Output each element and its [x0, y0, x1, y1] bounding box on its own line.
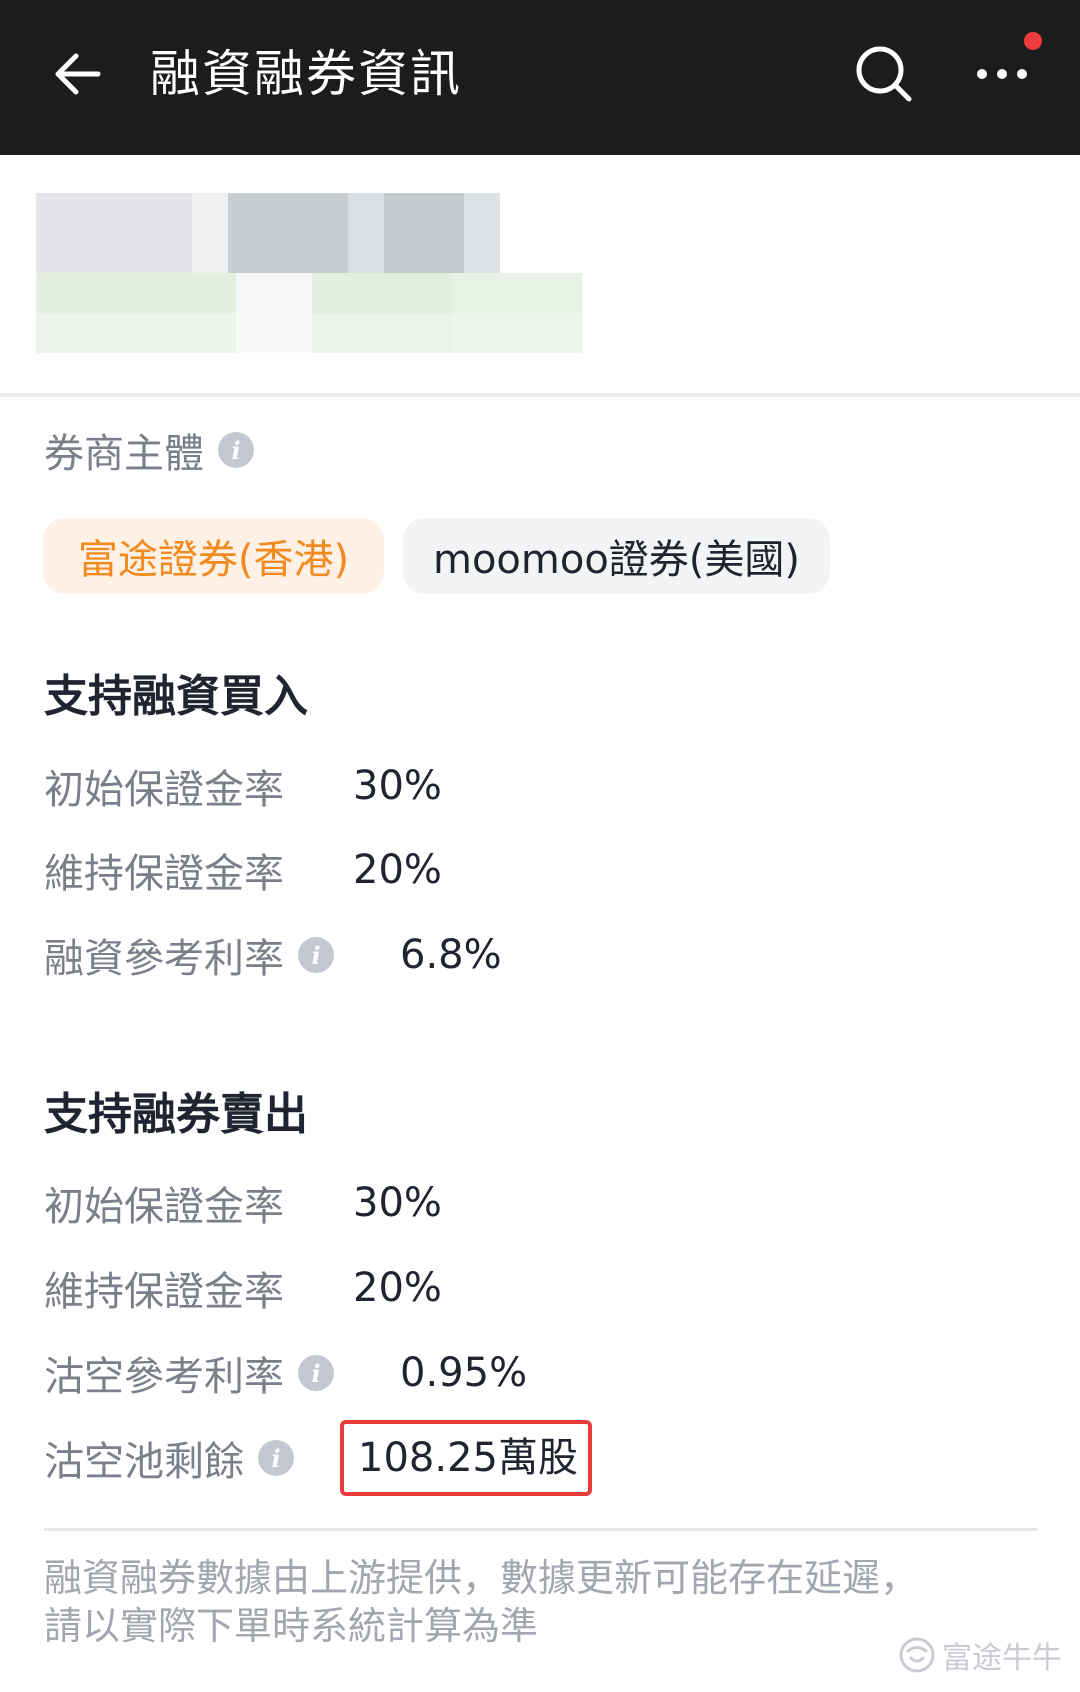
- section-divider: [0, 393, 1080, 397]
- page-title: 融資融券資訊: [150, 45, 462, 103]
- redacted-stock-info: [36, 193, 582, 353]
- search-icon: [856, 46, 912, 102]
- info-icon[interactable]: i: [298, 937, 334, 973]
- highlight-annotation-box: [340, 1420, 592, 1496]
- short-sell-title: 支持融券賣出: [44, 1089, 308, 1140]
- row-label: 維持保證金率: [44, 1269, 284, 1315]
- short-sell-row-pool: 沽空池剩餘 i 108.25萬股: [44, 1428, 578, 1488]
- short-sell-row-rate: 沽空參考利率 i 0.95%: [44, 1343, 527, 1403]
- row-label: 初始保證金率: [44, 767, 284, 813]
- row-label: 沽空池剩餘: [44, 1439, 244, 1485]
- row-label: 維持保證金率: [44, 851, 284, 897]
- row-value: 20%: [353, 847, 442, 893]
- margin-buy-title: 支持融資買入: [44, 671, 308, 722]
- info-icon[interactable]: i: [218, 432, 254, 468]
- watermark: 富途牛牛: [898, 1632, 1062, 1678]
- notification-dot: [1024, 32, 1042, 50]
- row-value: 0.95%: [400, 1350, 528, 1396]
- disclaimer-note: 融資融券數據由上游提供，數據更新可能存在延遲， 請以實際下單時系統計算為準: [44, 1554, 1034, 1650]
- row-value: 6.8%: [400, 932, 502, 978]
- row-label: 融資參考利率: [44, 936, 284, 982]
- bull-logo-icon: [899, 1637, 935, 1673]
- watermark-text: 富途牛牛: [942, 1641, 1062, 1676]
- footer-divider: [44, 1528, 1038, 1531]
- info-icon[interactable]: i: [258, 1440, 294, 1476]
- info-icon[interactable]: i: [298, 1355, 334, 1391]
- search-button[interactable]: [846, 36, 922, 112]
- broker-option-futu-hk[interactable]: 富途證券(香港): [43, 518, 384, 594]
- short-sell-row-initial: 初始保證金率 30%: [44, 1173, 442, 1233]
- broker-entity-label-row: 券商主體 i: [44, 420, 254, 480]
- broker-option-moomoo-us[interactable]: moomoo證券(美國): [403, 518, 830, 594]
- row-value: 30%: [353, 1180, 442, 1226]
- row-label: 沽空參考利率: [44, 1354, 284, 1400]
- margin-buy-row-initial: 初始保證金率 30%: [44, 756, 442, 816]
- row-value: 20%: [353, 1265, 442, 1311]
- row-label: 初始保證金率: [44, 1184, 284, 1230]
- disclaimer-line: 請以實際下單時系統計算為準: [44, 1604, 539, 1648]
- stock-info-card: [0, 155, 1080, 393]
- short-sell-row-maintenance: 維持保證金率 20%: [44, 1258, 442, 1318]
- more-dots-icon: [977, 69, 1027, 79]
- broker-entity-label: 券商主體: [44, 431, 204, 477]
- row-value: 30%: [353, 763, 442, 809]
- back-button[interactable]: [40, 36, 116, 112]
- margin-buy-row-maintenance: 維持保證金率 20%: [44, 840, 442, 900]
- disclaimer-line: 融資融券數據由上游提供，數據更新可能存在延遲，: [44, 1556, 919, 1600]
- margin-buy-row-rate: 融資參考利率 i 6.8%: [44, 925, 502, 985]
- back-arrow-icon: [55, 53, 101, 95]
- top-navigation-bar: 融資融券資訊: [0, 0, 1080, 155]
